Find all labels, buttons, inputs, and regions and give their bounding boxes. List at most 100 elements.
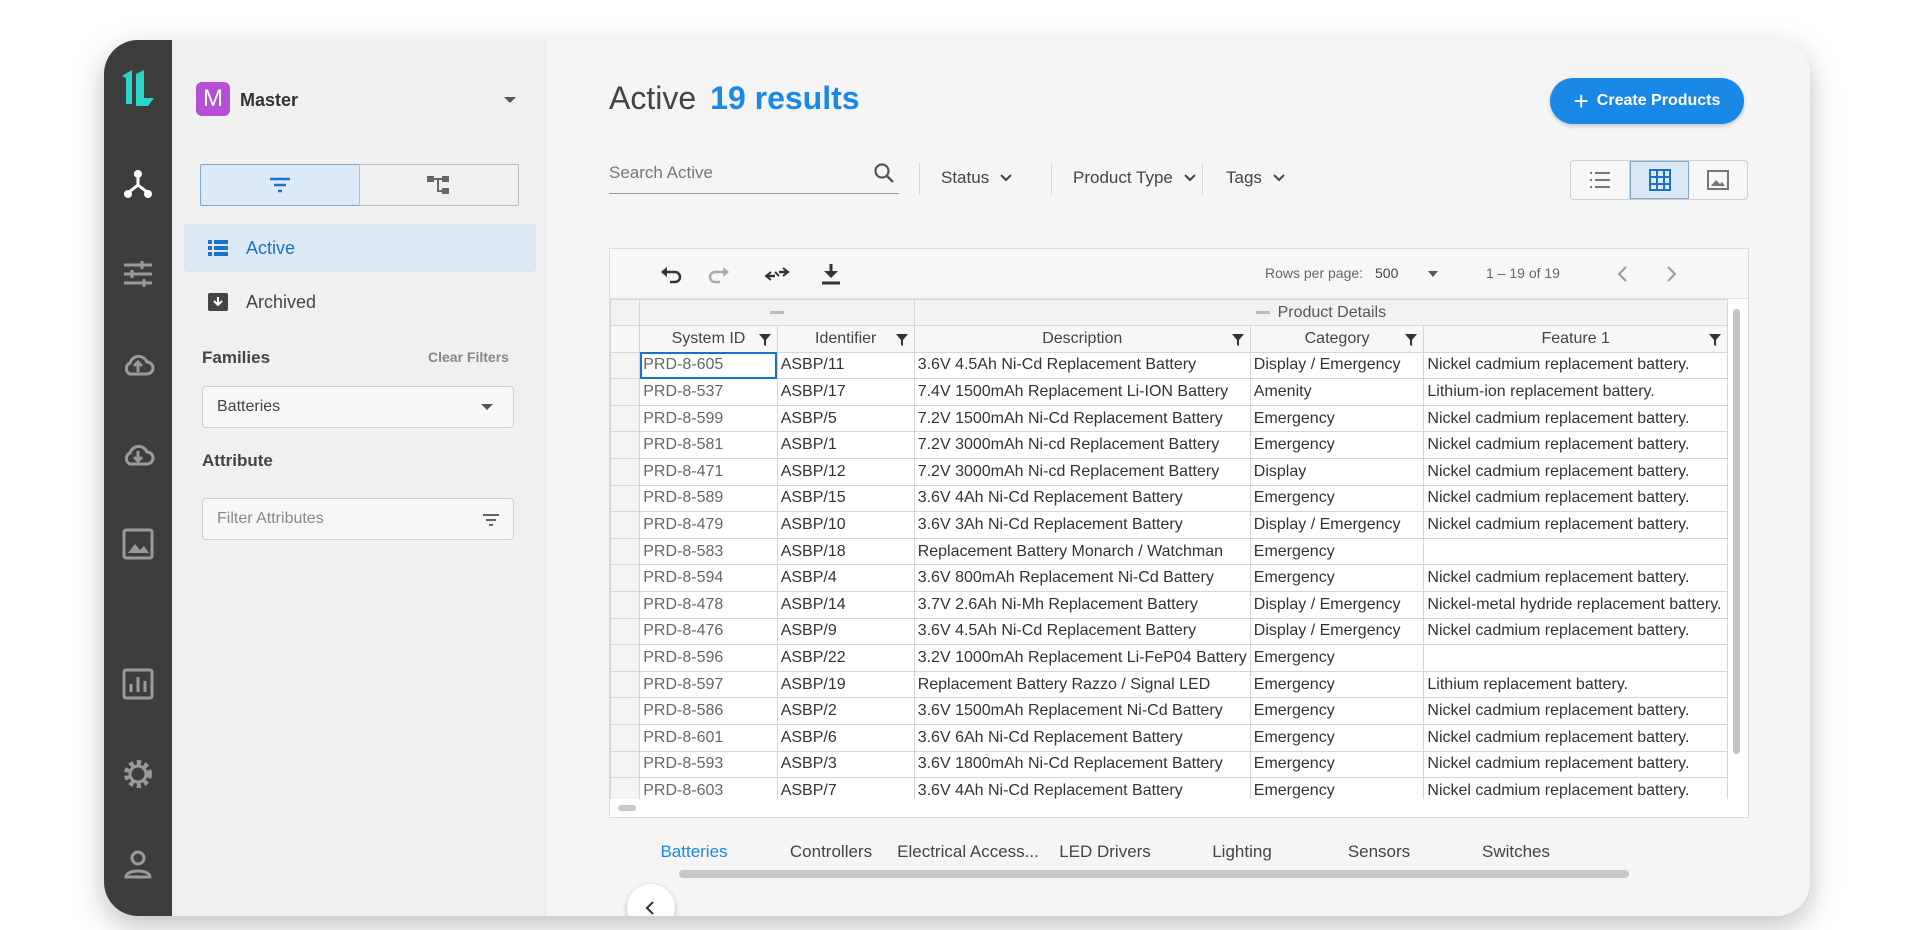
table-cell[interactable]: ASBP/2 [776,697,915,725]
table-cell[interactable]: ASBP/15 [776,484,915,513]
table-cell[interactable]: PRD-8-597 [639,670,778,699]
table-row[interactable]: PRD-8-605 ASBP/11 3.6V 4.5Ah Ni-Cd Replace… [610,351,1728,380]
column-header[interactable]: Description [913,325,1251,353]
table-row[interactable]: PRD-8-603 ASBP/7 3.6V 4Ah Ni-Cd Replacemen… [610,777,1728,799]
table-cell[interactable]: Lithium replacement battery. [1423,670,1728,699]
table-cell[interactable]: Replacement Battery Monarch / Watchman [913,537,1251,566]
table-cell[interactable]: 3.6V 3Ah Ni-Cd Replacement Battery [913,511,1251,539]
column-filter-icon[interactable] [1231,334,1244,346]
table-cell[interactable]: 3.6V 1800mAh Ni-Cd Replacement Battery [913,750,1251,779]
row-handle[interactable] [610,777,641,799]
column-filter-icon[interactable] [758,334,771,346]
row-handle[interactable] [610,590,641,619]
table-cell[interactable]: 7.2V 3000mAh Ni-cd Replacement Battery [913,457,1251,486]
table-cell[interactable]: Nickel cadmium replacement battery. [1423,617,1728,646]
table-cell[interactable]: ASBP/18 [776,537,915,566]
nav-item-archived[interactable]: Archived [184,278,536,326]
table-row[interactable]: PRD-8-597 ASBP/19 Replacement Battery Razz… [610,670,1728,699]
table-cell[interactable]: ASBP/3 [776,750,915,779]
nav-item-active[interactable]: Active [184,224,536,272]
column-filter-icon[interactable] [1709,334,1721,346]
table-row[interactable]: PRD-8-601 ASBP/6 3.6V 6Ah Ni-Cd Replacemen… [610,723,1728,752]
table-cell[interactable] [1423,537,1728,566]
row-handle[interactable] [610,670,641,699]
table-cell[interactable]: Nickel cadmium replacement battery. [1423,777,1728,799]
table-cell[interactable]: ASBP/12 [776,457,915,486]
table-cell[interactable]: PRD-8-478 [639,590,778,619]
table-cell[interactable]: ASBP/5 [776,404,915,433]
cloud-download-icon[interactable] [120,436,156,472]
chart-icon[interactable] [120,666,156,702]
table-cell[interactable]: PRD-8-581 [639,431,778,459]
table-cell[interactable]: Display [1249,457,1425,486]
table-cell[interactable]: 7.2V 3000mAh Ni-cd Replacement Battery [913,431,1251,459]
table-cell[interactable]: Nickel cadmium replacement battery. [1423,511,1728,539]
table-cell[interactable]: 3.6V 4.5Ah Ni-Cd Replacement Battery [913,617,1251,646]
table-cell[interactable]: Lithium-ion replacement battery. [1423,378,1728,406]
tabs-scrollbar[interactable] [679,870,1629,878]
table-row[interactable]: PRD-8-479 ASBP/10 3.6V 3Ah Ni-Cd Replaceme… [610,511,1728,539]
table-cell[interactable]: Emergency [1249,670,1425,699]
row-handle[interactable] [610,617,641,646]
compare-icon[interactable] [764,261,790,287]
rows-per-page-select[interactable]: 500 [1375,265,1398,281]
table-cell[interactable]: Nickel cadmium replacement battery. [1423,750,1728,779]
table-row[interactable]: PRD-8-476 ASBP/9 3.6V 4.5Ah Ni-Cd Replacem… [610,617,1728,646]
table-cell[interactable]: Emergency [1249,564,1425,592]
horizontal-scrollbar[interactable] [618,805,636,811]
table-cell[interactable]: Emergency [1249,697,1425,725]
cloud-upload-icon[interactable] [120,346,156,382]
table-cell[interactable]: PRD-8-599 [639,404,778,433]
status-dropdown[interactable]: Status [941,168,1013,188]
table-cell[interactable]: PRD-8-593 [639,750,778,779]
create-products-button[interactable]: + Create Products [1550,78,1744,124]
row-handle[interactable] [610,457,641,486]
table-cell[interactable]: 3.6V 800mAh Replacement Ni-Cd Battery [913,564,1251,592]
column-header[interactable]: Category [1249,325,1425,353]
undo-icon[interactable] [658,261,684,287]
table-cell[interactable]: 3.6V 1500mAh Replacement Ni-Cd Battery [913,697,1251,725]
family-select[interactable]: Batteries [202,386,514,428]
table-cell[interactable]: 3.6V 4Ah Ni-Cd Replacement Battery [913,484,1251,513]
logo-icon[interactable] [114,64,162,112]
gallery-view-button[interactable] [1689,161,1747,199]
table-cell[interactable]: 3.6V 6Ah Ni-Cd Replacement Battery [913,723,1251,752]
table-cell[interactable]: ASBP/4 [776,564,915,592]
row-handle[interactable] [610,750,641,779]
row-handle[interactable] [610,723,641,752]
table-cell[interactable]: PRD-8-605 [639,351,778,380]
table-row[interactable]: PRD-8-478 ASBP/14 3.7V 2.6Ah Ni-Mh Replace… [610,590,1728,619]
table-cell[interactable]: PRD-8-589 [639,484,778,513]
table-cell[interactable]: Emergency [1249,750,1425,779]
workspace-name[interactable]: Master [240,90,298,111]
row-handle[interactable] [610,697,641,725]
tree-view-toggle[interactable] [359,164,519,206]
row-handle[interactable] [610,484,641,513]
workspace-caret-icon[interactable] [504,97,516,103]
table-cell[interactable]: PRD-8-479 [639,511,778,539]
row-handle[interactable] [610,351,641,380]
table-cell[interactable]: ASBP/7 [776,777,915,799]
table-row[interactable]: PRD-8-471 ASBP/12 7.2V 3000mAh Ni-cd Repla… [610,457,1728,486]
table-cell[interactable]: 7.4V 1500mAh Replacement Li-ION Battery [913,378,1251,406]
table-row[interactable]: PRD-8-599 ASBP/5 7.2V 1500mAh Ni-Cd Replac… [610,404,1728,433]
row-handle[interactable] [610,431,641,459]
tags-dropdown[interactable]: Tags [1226,168,1286,188]
table-cell[interactable] [1423,644,1728,672]
row-handle[interactable] [610,378,641,406]
table-cell[interactable]: Emergency [1249,537,1425,566]
table-cell[interactable]: Emergency [1249,723,1425,752]
row-handle[interactable] [610,511,641,539]
hierarchy-icon[interactable] [120,166,156,202]
download-icon[interactable] [818,261,844,287]
table-cell[interactable]: Nickel cadmium replacement battery. [1423,723,1728,752]
table-cell[interactable]: Nickel-metal hydride replacement battery… [1423,590,1728,619]
table-row[interactable]: PRD-8-594 ASBP/4 3.6V 800mAh Replacement N… [610,564,1728,592]
table-row[interactable]: PRD-8-581 ASBP/1 7.2V 3000mAh Ni-cd Replac… [610,431,1728,459]
sliders-icon[interactable] [120,256,156,292]
workspace-badge[interactable]: M [196,82,230,116]
table-cell[interactable]: ASBP/22 [776,644,915,672]
column-header[interactable]: System ID [639,325,778,353]
table-cell[interactable]: PRD-8-471 [639,457,778,486]
table-cell[interactable]: PRD-8-476 [639,617,778,646]
